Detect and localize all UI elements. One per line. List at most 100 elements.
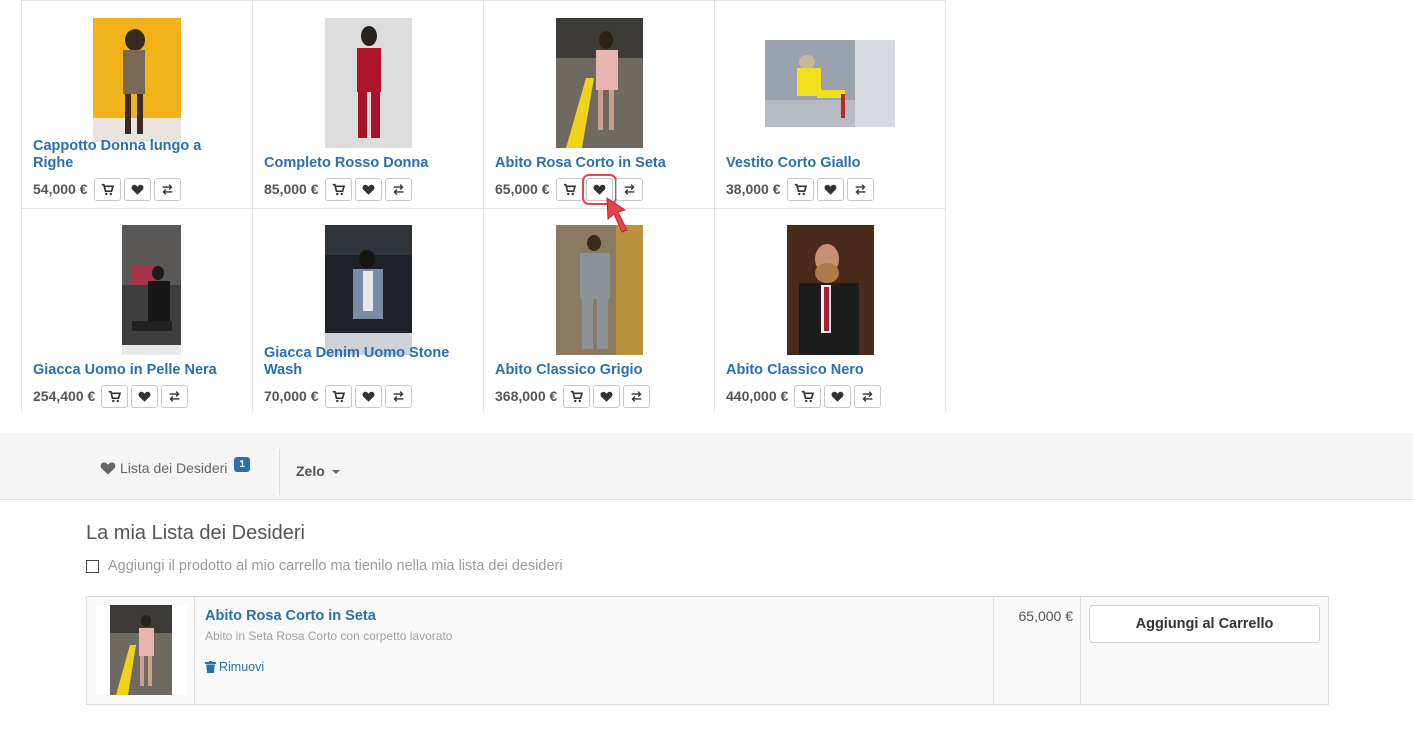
product-image[interactable] <box>325 18 412 148</box>
compare-icon <box>862 390 873 402</box>
product-name-link[interactable]: Completo Rosso Donna <box>264 155 469 172</box>
product-name-link[interactable]: Abito Rosa Corto in Seta <box>495 155 700 172</box>
product-price: 38,000 € <box>726 181 781 197</box>
wishlist-item-price: 65,000 € <box>1018 608 1074 624</box>
heart-icon <box>100 462 116 475</box>
cart-icon <box>802 390 815 402</box>
product-actions: 85,000 € <box>264 177 412 201</box>
wishlist-table: Abito Rosa Corto in Seta Abito in Seta R… <box>86 596 1329 705</box>
cart-icon <box>109 390 122 402</box>
product-price: 254,400 € <box>33 388 96 404</box>
wishlist-item-name-link[interactable]: Abito Rosa Corto in Seta <box>205 608 452 624</box>
add-to-wishlist-button[interactable] <box>123 177 151 201</box>
product-actions: 368,000 € <box>495 384 651 408</box>
nav-wishlist-label: Lista dei Desideri <box>120 460 228 476</box>
add-to-cart-button[interactable] <box>563 384 591 408</box>
product-name-link[interactable]: Abito Classico Grigio <box>495 362 700 379</box>
heart-icon <box>138 391 151 402</box>
product-actions: 54,000 € <box>33 177 181 201</box>
compare-icon <box>855 183 865 195</box>
product-actions: 254,400 € <box>33 384 189 408</box>
add-to-wishlist-button[interactable] <box>824 384 852 408</box>
add-to-wishlist-button[interactable] <box>354 384 382 408</box>
product-actions: 440,000 € <box>726 384 882 408</box>
add-to-cart-button[interactable] <box>794 384 822 408</box>
product-image[interactable] <box>787 225 874 355</box>
add-to-cart-button[interactable] <box>555 177 583 201</box>
product-image[interactable] <box>325 225 412 355</box>
add-to-wishlist-button[interactable] <box>816 177 844 201</box>
heart-icon <box>362 184 374 195</box>
add-to-cart-button[interactable]: Aggiungi al Carrello <box>1089 605 1320 643</box>
cart-icon <box>332 390 345 402</box>
compare-button[interactable] <box>623 384 651 408</box>
compare-button[interactable] <box>854 384 882 408</box>
cart-icon <box>101 183 114 195</box>
heart-icon <box>831 391 844 402</box>
keep-in-wishlist-checkbox[interactable] <box>86 559 99 573</box>
product-card: Giacca Denim Uomo Stone Wash 70,000 € <box>252 208 483 412</box>
product-grid: Cappotto Donna lungo a Righe 54,000 € Co… <box>21 0 946 412</box>
wishlist-count-badge: 1 <box>234 456 250 472</box>
add-to-wishlist-button[interactable] <box>593 384 621 408</box>
product-card: Cappotto Donna lungo a Righe 54,000 € <box>21 0 252 208</box>
trash-icon <box>205 661 216 673</box>
product-card: Abito Classico Nero 440,000 € <box>714 208 946 412</box>
product-card: Vestito Corto Giallo 38,000 € <box>714 0 946 208</box>
compare-icon <box>393 183 403 195</box>
nav-wishlist-link[interactable]: Lista dei Desideri 1 <box>100 456 250 476</box>
compare-button[interactable] <box>384 384 412 408</box>
keep-in-wishlist-label[interactable]: Aggiungi il prodotto al mio carrello ma … <box>108 558 563 574</box>
product-price: 54,000 € <box>33 181 88 197</box>
heart-icon <box>362 391 374 402</box>
product-card: Giacca Uomo in Pelle Nera 254,400 € <box>21 208 252 412</box>
product-card: Abito Rosa Corto in Seta 65,000 € <box>483 0 714 208</box>
product-image[interactable] <box>556 18 643 148</box>
add-to-wishlist-button[interactable] <box>131 384 159 408</box>
wishlist-item-info: Abito Rosa Corto in Seta Abito in Seta R… <box>205 608 452 674</box>
cart-icon <box>563 183 576 195</box>
product-image[interactable] <box>122 225 181 355</box>
wishlist-item-description: Abito in Seta Rosa Corto con corpetto la… <box>205 629 453 643</box>
compare-button[interactable] <box>384 177 412 201</box>
compare-icon <box>162 183 172 195</box>
keep-in-wishlist-option: Aggiungi il prodotto al mio carrello ma … <box>86 558 563 574</box>
product-image[interactable] <box>765 40 895 127</box>
product-actions: 70,000 € <box>264 384 412 408</box>
compare-icon <box>624 183 634 195</box>
product-card: Abito Classico Grigio 368,000 € <box>483 208 714 412</box>
remove-item-label: Rimuovi <box>219 660 265 674</box>
product-image[interactable] <box>556 225 643 355</box>
product-image[interactable] <box>93 18 181 142</box>
cart-icon <box>332 183 345 195</box>
heart-icon <box>131 184 143 195</box>
product-name-link[interactable]: Giacca Uomo in Pelle Nera <box>33 362 238 379</box>
product-name-link[interactable]: Abito Classico Nero <box>726 362 931 379</box>
add-to-wishlist-button[interactable] <box>354 177 382 201</box>
add-to-cart-button[interactable] <box>101 384 129 408</box>
page-title: La mia Lista dei Desideri <box>86 522 305 544</box>
wishlist-navbar: Lista dei Desideri 1 Zelo <box>0 433 1413 500</box>
compare-button[interactable] <box>846 177 874 201</box>
product-actions: 38,000 € <box>726 177 874 201</box>
compare-button[interactable] <box>153 177 181 201</box>
product-price: 440,000 € <box>726 388 789 404</box>
nav-divider <box>279 449 280 495</box>
compare-icon <box>393 390 403 402</box>
add-to-cart-button[interactable] <box>93 177 121 201</box>
compare-button[interactable] <box>161 384 189 408</box>
wishlist-item-image[interactable] <box>96 605 186 695</box>
add-to-cart-button[interactable] <box>786 177 814 201</box>
product-price: 368,000 € <box>495 388 558 404</box>
remove-item-link[interactable]: Rimuovi <box>205 660 452 674</box>
product-name-link[interactable]: Giacca Denim Uomo Stone Wash <box>264 345 469 379</box>
add-to-cart-button[interactable] <box>324 177 352 201</box>
cart-icon <box>571 390 584 402</box>
compare-icon <box>169 390 180 402</box>
product-name-link[interactable]: Vestito Corto Giallo <box>726 155 931 172</box>
wishlist-item-price-cell: 65,000 € <box>993 597 1081 704</box>
product-price: 65,000 € <box>495 181 550 197</box>
add-to-cart-button[interactable] <box>324 384 352 408</box>
user-menu-dropdown[interactable]: Zelo <box>296 463 340 479</box>
product-name-link[interactable]: Cappotto Donna lungo a Righe <box>33 138 238 172</box>
